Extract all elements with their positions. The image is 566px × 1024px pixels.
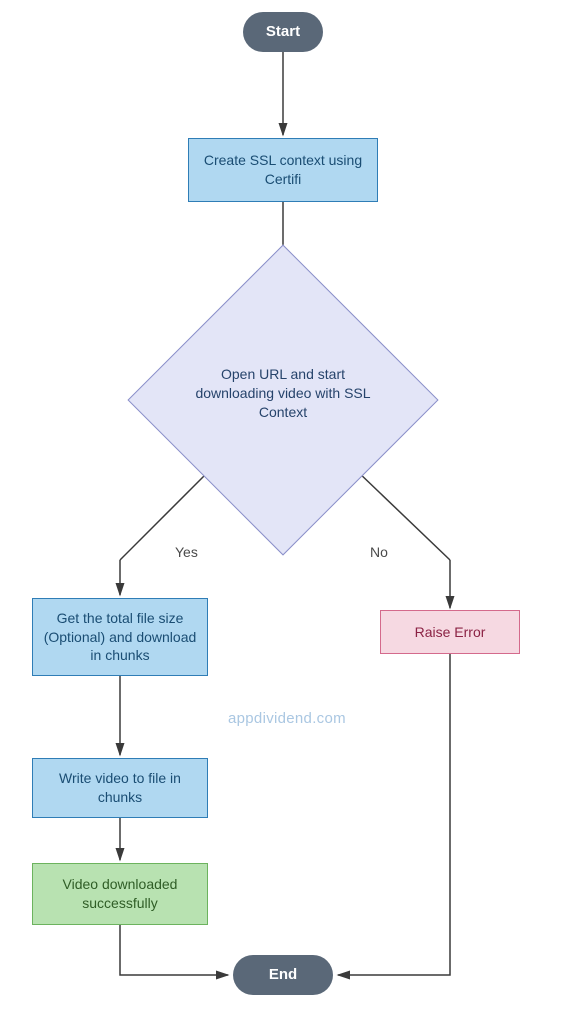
edge-label-no: No (370, 544, 388, 560)
process-write-video: Write video to file in chunks (32, 758, 208, 818)
process-create-ssl: Create SSL context using Certifi (188, 138, 378, 202)
decision-open-url-label: Open URL and start downloading video wit… (193, 365, 373, 422)
process-write-video-label: Write video to file in chunks (43, 769, 197, 807)
process-success-label: Video downloaded successfully (43, 875, 197, 913)
process-raise-error-label: Raise Error (415, 623, 486, 642)
process-success: Video downloaded successfully (32, 863, 208, 925)
terminal-end: End (233, 955, 333, 995)
process-create-ssl-label: Create SSL context using Certifi (199, 151, 367, 189)
watermark-text: appdividend.com (228, 710, 346, 727)
terminal-end-label: End (269, 965, 297, 985)
process-get-size: Get the total file size (Optional) and d… (32, 598, 208, 676)
terminal-start-label: Start (266, 22, 300, 42)
edge-label-yes: Yes (175, 544, 198, 560)
process-raise-error: Raise Error (380, 610, 520, 654)
process-get-size-label: Get the total file size (Optional) and d… (43, 609, 197, 666)
terminal-start: Start (243, 12, 323, 52)
